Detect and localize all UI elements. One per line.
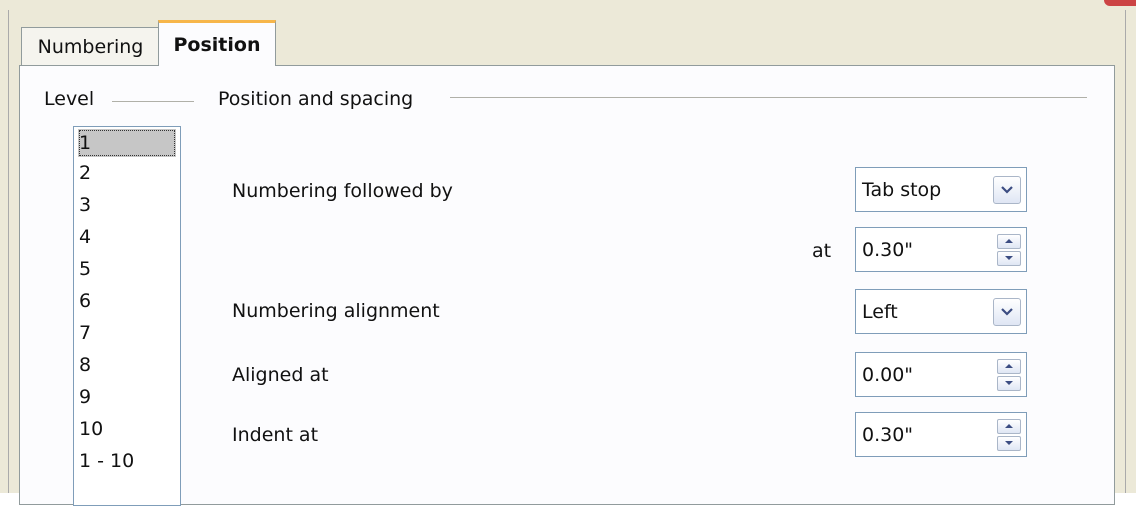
tab-stop-at-value: 0.30" bbox=[862, 238, 914, 261]
spin-down-icon[interactable] bbox=[997, 435, 1021, 451]
aligned-at-spinner[interactable] bbox=[997, 358, 1021, 391]
tab-position[interactable]: Position bbox=[158, 20, 276, 66]
numbering-followed-by-label: Numbering followed by bbox=[232, 180, 453, 202]
window-right-edge bbox=[1125, 0, 1136, 493]
numbering-alignment-label: Numbering alignment bbox=[232, 300, 440, 322]
spin-up-icon[interactable] bbox=[997, 418, 1021, 434]
spin-down-icon[interactable] bbox=[997, 250, 1021, 266]
level-item-7[interactable]: 7 bbox=[74, 317, 180, 349]
chevron-down-icon[interactable] bbox=[993, 175, 1021, 204]
position-spacing-separator bbox=[450, 97, 1087, 98]
window-top-edge bbox=[0, 0, 1136, 10]
tab-numbering[interactable]: Numbering bbox=[21, 27, 160, 65]
at-label: at bbox=[812, 240, 832, 262]
aligned-at-spinfield[interactable]: 0.00" bbox=[855, 352, 1027, 397]
spin-up-icon[interactable] bbox=[997, 233, 1021, 249]
numbering-followed-by-dropdown[interactable]: Tab stop bbox=[855, 167, 1027, 212]
aligned-at-label: Aligned at bbox=[232, 364, 329, 386]
level-item-10[interactable]: 10 bbox=[74, 413, 180, 445]
level-item-5[interactable]: 5 bbox=[74, 253, 180, 285]
indent-at-label: Indent at bbox=[232, 424, 319, 446]
level-listbox[interactable]: 1 2 3 4 5 6 7 8 9 10 1 - 10 bbox=[73, 126, 181, 506]
tab-stop-at-spinfield[interactable]: 0.30" bbox=[855, 227, 1027, 272]
tab-numbering-label: Numbering bbox=[37, 35, 144, 58]
level-item-6[interactable]: 6 bbox=[74, 285, 180, 317]
level-heading: Level bbox=[44, 88, 95, 110]
level-item-4[interactable]: 4 bbox=[74, 221, 180, 253]
tab-stop-at-spinner[interactable] bbox=[997, 233, 1021, 266]
close-button-edge[interactable] bbox=[1104, 0, 1136, 6]
numbering-alignment-value: Left bbox=[862, 300, 898, 323]
level-item-2[interactable]: 2 bbox=[74, 157, 180, 189]
level-item-9[interactable]: 9 bbox=[74, 381, 180, 413]
numbering-followed-by-value: Tab stop bbox=[862, 178, 942, 201]
indent-at-spinfield[interactable]: 0.30" bbox=[855, 412, 1027, 457]
position-spacing-heading: Position and spacing bbox=[218, 88, 414, 110]
level-item-3[interactable]: 3 bbox=[74, 189, 180, 221]
indent-at-value: 0.30" bbox=[862, 423, 914, 446]
numbering-alignment-dropdown[interactable]: Left bbox=[855, 289, 1027, 334]
level-item-8[interactable]: 8 bbox=[74, 349, 180, 381]
aligned-at-value: 0.00" bbox=[862, 363, 914, 386]
level-item-1[interactable]: 1 bbox=[78, 129, 176, 157]
window-left-edge bbox=[0, 0, 9, 493]
indent-at-spinner[interactable] bbox=[997, 418, 1021, 451]
spin-up-icon[interactable] bbox=[997, 358, 1021, 374]
level-item-all[interactable]: 1 - 10 bbox=[74, 445, 180, 477]
level-separator bbox=[112, 101, 194, 102]
spin-down-icon[interactable] bbox=[997, 375, 1021, 391]
tab-position-label: Position bbox=[173, 33, 261, 56]
chevron-down-icon[interactable] bbox=[993, 297, 1021, 326]
